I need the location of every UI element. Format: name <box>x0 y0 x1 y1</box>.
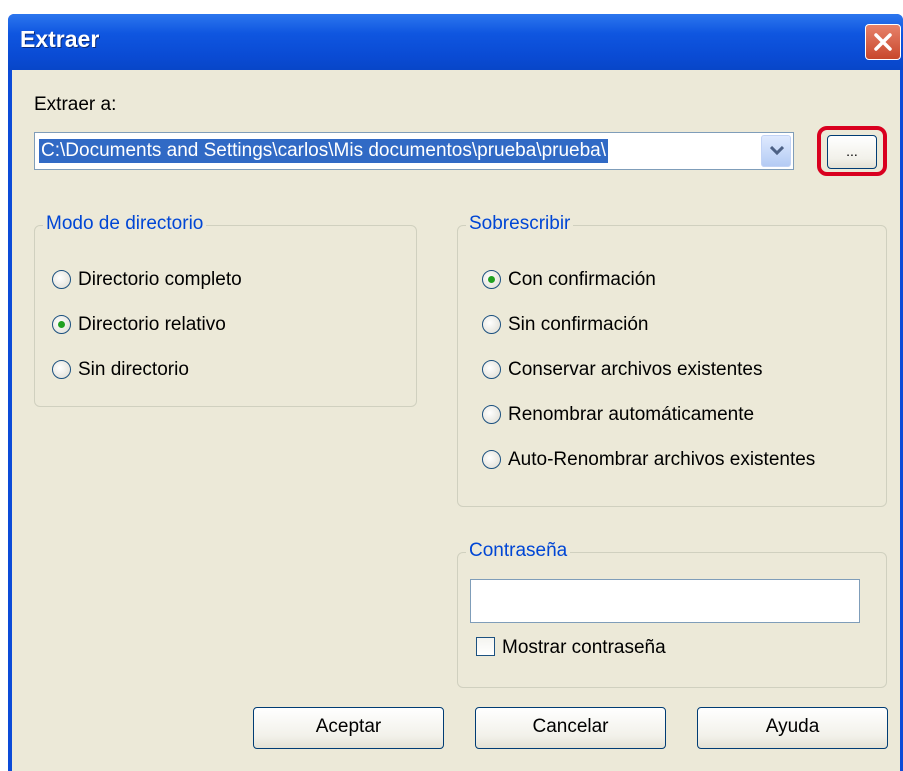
radio-label: Renombrar automáticamente <box>508 404 755 425</box>
password-group: Contraseña Mostrar contraseña <box>457 540 887 688</box>
radio-circle-icon <box>52 270 71 289</box>
dialog-body: Extraer a: C:\Documents and Settings\car… <box>12 70 900 771</box>
browse-button[interactable]: ... <box>827 135 877 169</box>
close-button[interactable] <box>865 24 901 60</box>
window-title: Extraer <box>20 26 100 52</box>
cancel-button[interactable]: Cancelar <box>475 707 666 749</box>
show-password-checkbox[interactable] <box>476 637 495 656</box>
dropdown-button[interactable] <box>761 135 791 167</box>
help-button[interactable]: Ayuda <box>697 707 888 749</box>
radio-circle-icon <box>482 360 501 379</box>
radio-label: Sin confirmación <box>508 314 649 335</box>
overwrite-title: Sobrescribir <box>466 213 574 235</box>
show-password-label[interactable]: Mostrar contraseña <box>502 637 666 659</box>
radio-label: Sin directorio <box>78 359 189 380</box>
destination-path-value[interactable]: C:\Documents and Settings\carlos\Mis doc… <box>39 139 609 163</box>
title-bar[interactable]: Extraer <box>8 14 903 70</box>
radio-label: Conservar archivos existentes <box>508 359 763 380</box>
radio-circle-checked-icon <box>52 315 71 334</box>
radio-circle-icon <box>482 315 501 334</box>
overwrite-group: Sobrescribir Con confirmación Sin confir… <box>457 213 887 507</box>
chevron-down-icon <box>770 146 784 156</box>
radio-label: Directorio relativo <box>78 314 226 335</box>
accept-button[interactable]: Aceptar <box>253 707 444 749</box>
radio-label: Directorio completo <box>78 269 242 290</box>
radio-circle-icon <box>52 360 71 379</box>
destination-path-combobox[interactable]: C:\Documents and Settings\carlos\Mis doc… <box>34 132 794 170</box>
radio-label: Con confirmación <box>508 269 656 290</box>
directory-mode-group: Modo de directorio Directorio completo D… <box>34 213 417 407</box>
radio-circle-checked-icon <box>482 270 501 289</box>
extract-dialog: Extraer Extraer a: C:\Documents and Sett… <box>8 14 903 771</box>
extract-to-label: Extraer a: <box>34 94 117 115</box>
close-x-icon <box>874 33 892 51</box>
password-title: Contraseña <box>466 540 571 562</box>
directory-mode-title: Modo de directorio <box>43 213 207 235</box>
radio-label: Auto-Renombrar archivos existentes <box>508 449 816 470</box>
radio-circle-icon <box>482 405 501 424</box>
radio-circle-icon <box>482 450 501 469</box>
password-input[interactable] <box>470 579 860 623</box>
